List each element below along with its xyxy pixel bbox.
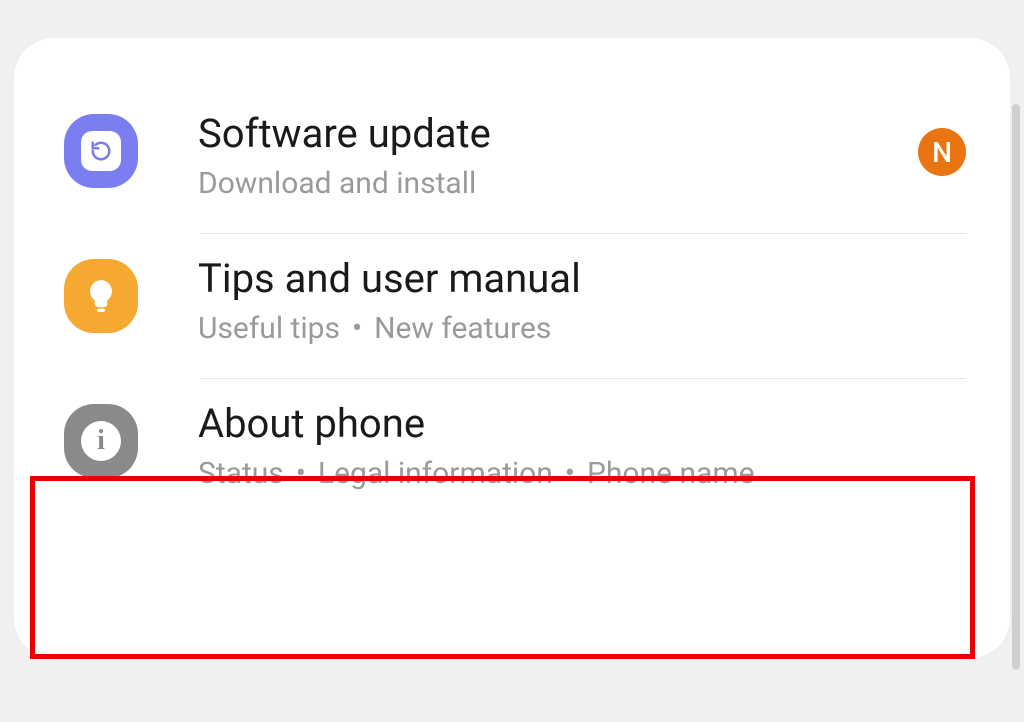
item-subtitle: Useful tips • New features bbox=[198, 311, 966, 346]
settings-card: Software update Download and install N T… bbox=[14, 38, 1010, 658]
notification-badge: N bbox=[918, 128, 966, 176]
item-title: About phone bbox=[198, 400, 966, 448]
item-title: Software update bbox=[198, 110, 918, 158]
refresh-icon bbox=[64, 114, 138, 188]
item-subtitle: Status • Legal information • Phone name bbox=[198, 456, 966, 491]
settings-item-software-update[interactable]: Software update Download and install N bbox=[64, 88, 966, 233]
settings-item-about-phone[interactable]: i About phone Status • Legal information… bbox=[64, 378, 966, 523]
item-title: Tips and user manual bbox=[198, 255, 966, 303]
lightbulb-icon bbox=[64, 259, 138, 333]
info-icon: i bbox=[64, 404, 138, 478]
settings-item-tips[interactable]: Tips and user manual Useful tips • New f… bbox=[64, 233, 966, 378]
item-subtitle: Download and install bbox=[198, 166, 918, 201]
scrollbar[interactable] bbox=[1012, 104, 1020, 670]
